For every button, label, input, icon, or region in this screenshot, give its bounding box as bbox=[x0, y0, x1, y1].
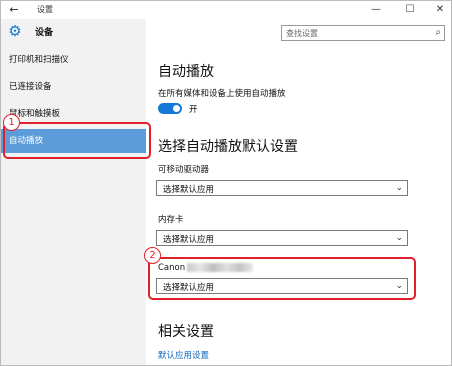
window-title: 设置 bbox=[37, 5, 53, 14]
sidebar-item-connected-devices[interactable]: 已连接设备 bbox=[1, 75, 146, 99]
callout-highlight-1 bbox=[3, 122, 151, 159]
callout-number-1: 1 bbox=[3, 114, 20, 131]
autoplay-heading: 自动播放 bbox=[158, 64, 214, 80]
select-value: 选择默认应用 bbox=[163, 185, 215, 195]
toggle-state-label: 开 bbox=[189, 105, 198, 115]
chevron-down-icon: ⌄ bbox=[395, 183, 403, 193]
gear-icon: ⚙ bbox=[8, 22, 22, 40]
sidebar-title: 设备 bbox=[35, 28, 54, 38]
minimize-button[interactable]: — bbox=[367, 2, 385, 18]
memory-card-label: 内存卡 bbox=[158, 215, 184, 225]
select-value: 选择默认应用 bbox=[163, 235, 215, 245]
close-button[interactable]: ✕ bbox=[431, 2, 449, 18]
removable-drive-label: 可移动驱动器 bbox=[158, 165, 210, 175]
sidebar-header: ⚙ 设备 bbox=[1, 19, 146, 45]
toggle-knob bbox=[173, 105, 180, 112]
autoplay-toggle[interactable] bbox=[158, 103, 182, 114]
chevron-down-icon: ⌄ bbox=[395, 233, 403, 243]
removable-drive-select[interactable]: 选择默认应用 ⌄ bbox=[156, 180, 408, 196]
search-box[interactable]: ⌕ bbox=[281, 25, 445, 41]
default-apps-link[interactable]: 默认应用设置 bbox=[158, 349, 209, 361]
sidebar: ⚙ 设备 打印机和扫描仪 已连接设备 鼠标和触摸板 自动播放 bbox=[1, 19, 146, 365]
title-bar: ← 设置 — ☐ ✕ bbox=[1, 1, 451, 19]
callout-number-2: 2 bbox=[144, 247, 161, 264]
callout-highlight-2 bbox=[148, 257, 416, 300]
search-input[interactable] bbox=[282, 26, 426, 40]
settings-window: ← 设置 — ☐ ✕ ⚙ 设备 打印机和扫描仪 已连接设备 鼠标和触摸板 自动播… bbox=[0, 0, 452, 366]
memory-card-select[interactable]: 选择默认应用 ⌄ bbox=[156, 230, 408, 246]
maximize-button[interactable]: ☐ bbox=[401, 2, 419, 18]
related-settings-heading: 相关设置 bbox=[158, 324, 214, 340]
sidebar-item-printers-scanners[interactable]: 打印机和扫描仪 bbox=[1, 48, 146, 72]
autoplay-toggle-label: 在所有媒体和设备上使用自动播放 bbox=[158, 89, 286, 99]
defaults-heading: 选择自动播放默认设置 bbox=[158, 139, 298, 155]
back-arrow-icon[interactable]: ← bbox=[7, 3, 21, 17]
search-icon[interactable]: ⌕ bbox=[435, 26, 441, 40]
